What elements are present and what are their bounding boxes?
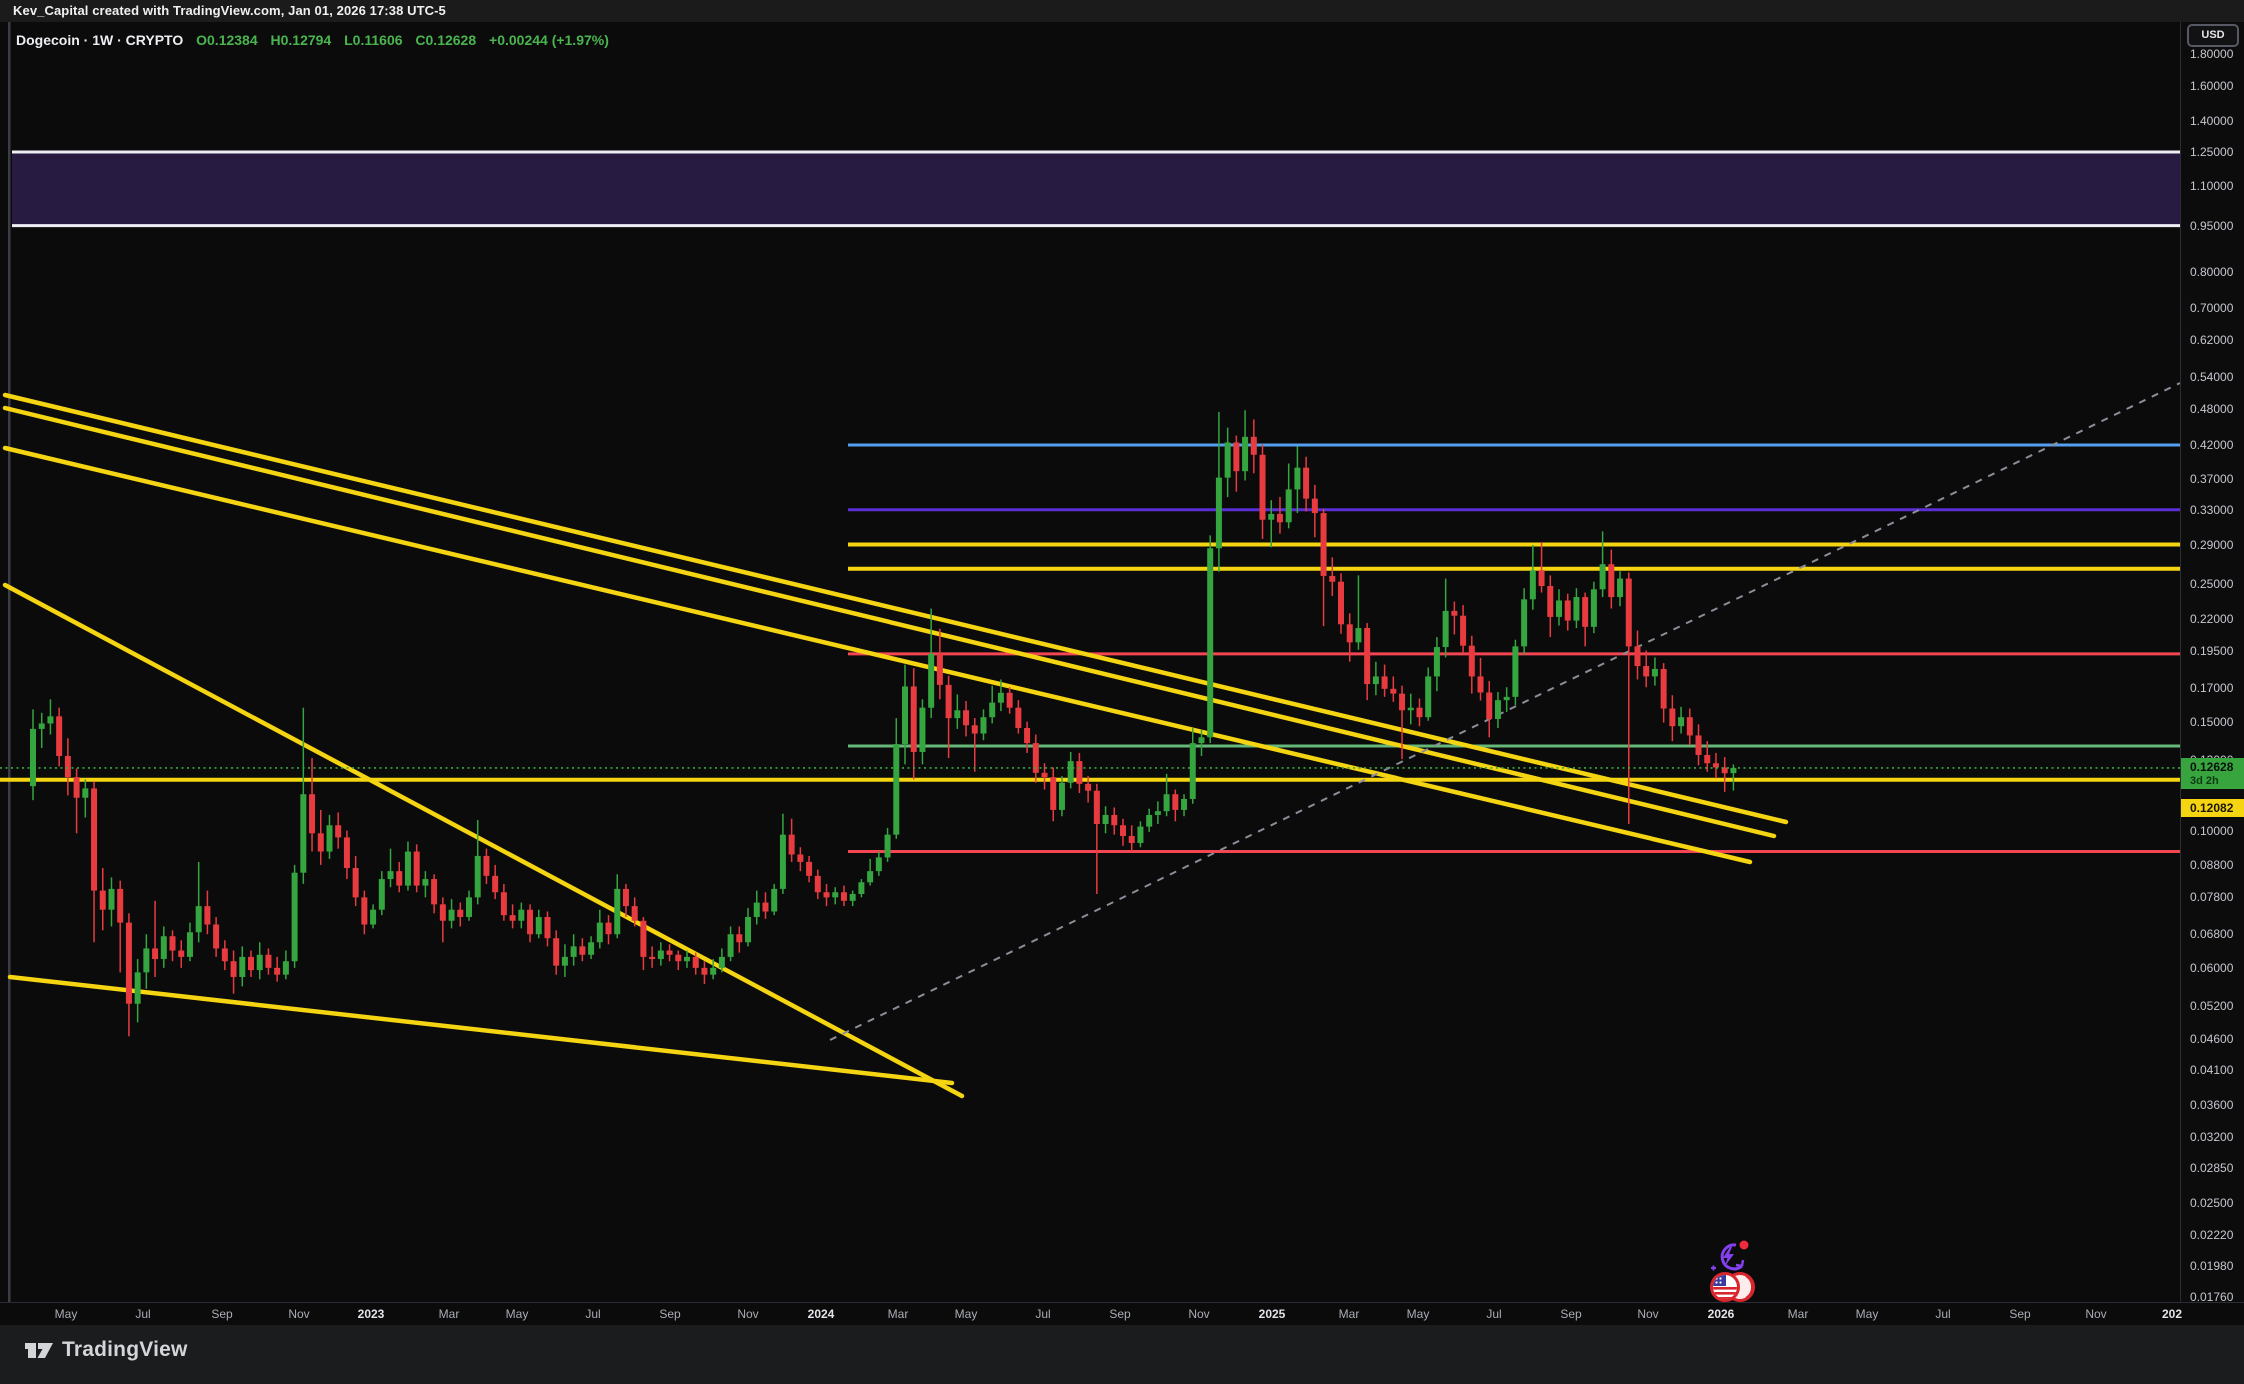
price-tick-label: 0.03600 [2190,1098,2233,1112]
price-tick-label: 1.40000 [2190,114,2233,128]
time-tick-month: Sep [1992,1307,2048,1321]
time-tick-month: Mar [1770,1307,1826,1321]
price-tick-label: 0.03200 [2190,1130,2233,1144]
price-tick-label: 1.25000 [2190,145,2233,159]
price-tick-label: 0.95000 [2190,219,2233,233]
time-tick-month: Sep [642,1307,698,1321]
time-tick-year: 202 [2144,1307,2200,1321]
time-tick-month: May [1839,1307,1895,1321]
price-tick-label: 0.02500 [2190,1196,2233,1210]
footer-bar: TradingView [0,1324,2244,1384]
price-tick-label: 0.10000 [2190,824,2233,838]
price-tick-label: 0.04600 [2190,1032,2233,1046]
time-tick-month: May [489,1307,545,1321]
time-tick-month: Mar [870,1307,926,1321]
attribution-bar: Kev_Capital created with TradingView.com… [0,0,2244,22]
time-tick-month: Mar [421,1307,477,1321]
time-tick-month: May [1390,1307,1446,1321]
price-tick-label: 0.62000 [2190,333,2233,347]
attribution-text: Kev_Capital created with TradingView.com… [13,3,446,18]
price-tick-label: 0.22000 [2190,612,2233,626]
time-axis[interactable]: May Jul Sep Nov 2023 Mar May Jul Sep Nov 2024 Mar Ma… [0,1302,2244,1325]
tradingview-logo-text: TradingView [62,1338,188,1362]
time-tick-month: Jul [1015,1307,1071,1321]
time-tick-month: Nov [1620,1307,1676,1321]
price-tick-label: 0.48000 [2190,402,2233,416]
candlestick-canvas[interactable] [0,22,2180,1302]
price-tick-label: 0.70000 [2190,301,2233,315]
time-tick-month: Jul [565,1307,621,1321]
time-tick-month: Mar [1321,1307,1377,1321]
price-tick-label: 0.07800 [2190,890,2233,904]
tradingview-logo-icon [24,1337,54,1363]
price-tick-label: 0.01760 [2190,1290,2233,1304]
symbol-title[interactable]: Dogecoin · 1W · CRYPTO [16,32,183,48]
us-flag-coins-emoji[interactable] [1708,1270,1760,1306]
price-tick-label: 0.33000 [2190,503,2233,517]
ohlc-close: C0.12628 [415,32,476,48]
time-tick-month: Jul [115,1307,171,1321]
price-tick-label: 0.06000 [2190,961,2233,975]
price-tick-label: 0.80000 [2190,265,2233,279]
price-tick-label: 1.60000 [2190,79,2233,93]
price-tick-label: 0.01980 [2190,1259,2233,1273]
price-tick-label: 0.08800 [2190,858,2233,872]
time-tick-month: Sep [194,1307,250,1321]
time-tick-month: Nov [720,1307,776,1321]
price-tick-label: 0.37000 [2190,472,2233,486]
time-tick-month: May [938,1307,994,1321]
symbol-info-row: Dogecoin · 1W · CRYPTO O0.12384 H0.12794… [16,32,609,48]
price-axis[interactable]: USD 1.80000 1.60000 1.40000 1.25000 1.10000 0… [2180,22,2244,1302]
price-tick-label: 0.15000 [2190,715,2233,729]
resistance-band[interactable] [12,152,2180,226]
price-tick-label: 1.80000 [2190,47,2233,61]
price-tick-label: 0.17000 [2190,681,2233,695]
price-tick-label: 0.04100 [2190,1063,2233,1077]
time-tick-month: Nov [271,1307,327,1321]
ohlc-open: O0.12384 [196,32,258,48]
time-tick-month: Sep [1092,1307,1148,1321]
ohlc-change: +0.00244 (+1.97%) [489,32,609,48]
chart-left-border [8,22,11,1302]
time-tick-month: Nov [2068,1307,2124,1321]
time-tick-year: 2023 [343,1307,399,1321]
price-tick-label: 1.10000 [2190,179,2233,193]
current-price-label: 0.12628 3d 2h [2181,758,2244,789]
time-tick-month: Sep [1543,1307,1599,1321]
time-tick-month: Nov [1171,1307,1227,1321]
bar-countdown: 3d 2h [2181,775,2244,788]
price-tick-label: 0.02850 [2190,1161,2233,1175]
currency-toggle-button[interactable]: USD [2187,24,2239,47]
price-tick-label: 0.06800 [2190,927,2233,941]
tradingview-logo[interactable]: TradingView [24,1337,188,1363]
time-tick-year: 2024 [793,1307,849,1321]
price-tick-label: 0.29000 [2190,538,2233,552]
time-tick-month: Jul [1466,1307,1522,1321]
alert-price-label: 0.12082 [2181,799,2244,817]
price-tick-label: 0.05200 [2190,999,2233,1013]
tradingview-chart-window: Kev_Capital created with TradingView.com… [0,0,2244,1384]
price-tick-label: 0.19500 [2190,644,2233,658]
price-tick-label: 0.42000 [2190,438,2233,452]
chart-plot[interactable]: Dogecoin · 1W · CRYPTO O0.12384 H0.12794… [0,22,2180,1302]
time-tick-year: 2025 [1244,1307,1300,1321]
ohlc-high: H0.12794 [271,32,332,48]
price-tick-label: 0.54000 [2190,370,2233,384]
time-tick-month: May [38,1307,94,1321]
price-tick-label: 0.02220 [2190,1228,2233,1242]
price-tick-label: 0.25000 [2190,577,2233,591]
current-price-value: 0.12628 [2181,759,2244,775]
time-tick-year: 2026 [1693,1307,1749,1321]
ohlc-low: L0.11606 [344,32,402,48]
time-tick-month: Jul [1915,1307,1971,1321]
